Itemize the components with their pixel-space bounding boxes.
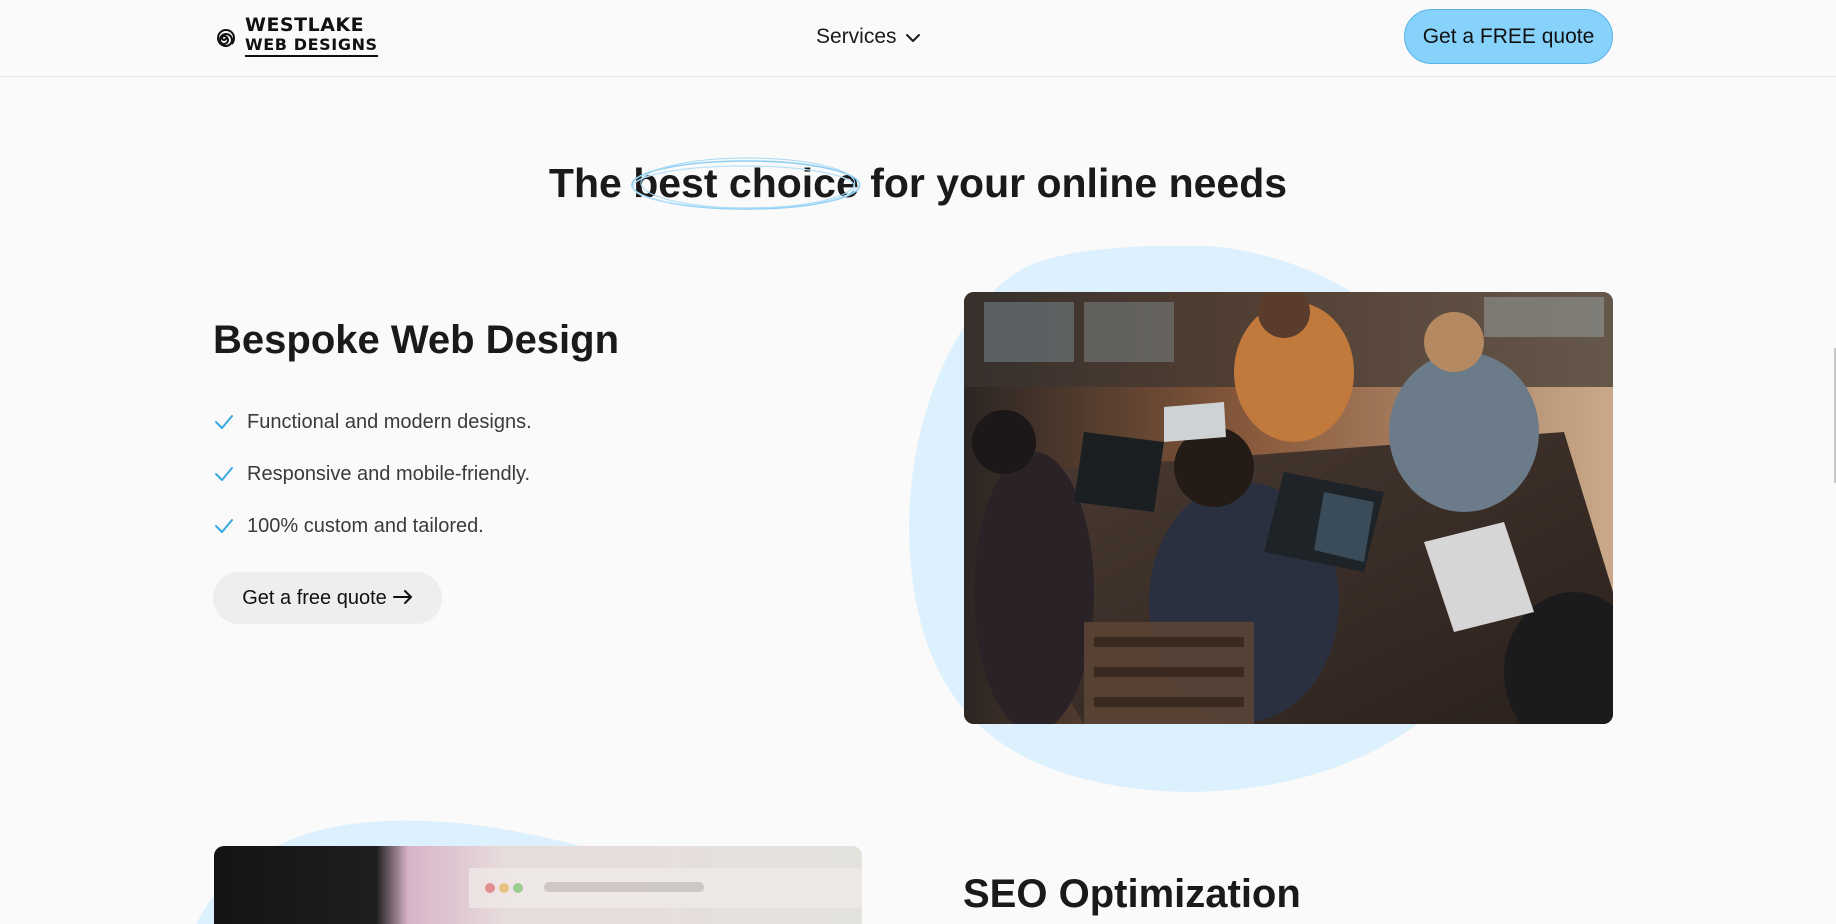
headline-highlight-text: best choice: [633, 160, 859, 206]
services-menu[interactable]: Services: [816, 22, 921, 52]
list-item: 100% custom and tailored.: [213, 500, 532, 552]
chevron-down-icon: [905, 25, 921, 49]
section-headline: The best choice for your online needs: [0, 157, 1836, 210]
logo-line-1: WESTLAKE: [245, 14, 365, 36]
headline-post: for your online needs: [858, 160, 1288, 206]
logo[interactable]: WESTLAKE WEB DESIGNS: [213, 16, 378, 57]
logo-text: WESTLAKE WEB DESIGNS: [245, 16, 378, 57]
feature-point: 100% custom and tailored.: [247, 514, 484, 537]
headline-pre: The: [548, 160, 634, 206]
feature-point: Functional and modern designs.: [247, 410, 532, 433]
arrow-right-icon: [392, 587, 413, 610]
free-quote-button[interactable]: Get a free quote: [213, 572, 442, 624]
feature-point: Responsive and mobile-friendly.: [247, 462, 531, 485]
logo-line-2: WEB DESIGNS: [245, 35, 378, 54]
list-item: Functional and modern designs.: [213, 396, 532, 448]
check-icon: [213, 411, 235, 433]
team-working-on-laptops-photo: [964, 292, 1613, 724]
check-icon: [213, 463, 235, 485]
get-free-quote-button[interactable]: Get a FREE quote: [1404, 9, 1613, 64]
page: WESTLAKE WEB DESIGNS Services Get a FREE…: [0, 0, 1836, 924]
spiral-logo-icon: [213, 20, 239, 54]
free-quote-label: Get a free quote: [242, 586, 387, 609]
check-icon: [213, 515, 235, 537]
site-header: WESTLAKE WEB DESIGNS Services Get a FREE…: [0, 0, 1836, 77]
feature-list: Functional and modern designs. Responsiv…: [213, 396, 532, 552]
feature-title: Bespoke Web Design: [213, 318, 620, 362]
feature-title-seo: SEO Optimization: [963, 872, 1301, 916]
headline-highlight: best choice: [631, 157, 861, 210]
list-item: Responsive and mobile-friendly.: [213, 448, 532, 500]
services-label: Services: [816, 25, 897, 48]
browser-address-bar-photo: [214, 846, 862, 924]
